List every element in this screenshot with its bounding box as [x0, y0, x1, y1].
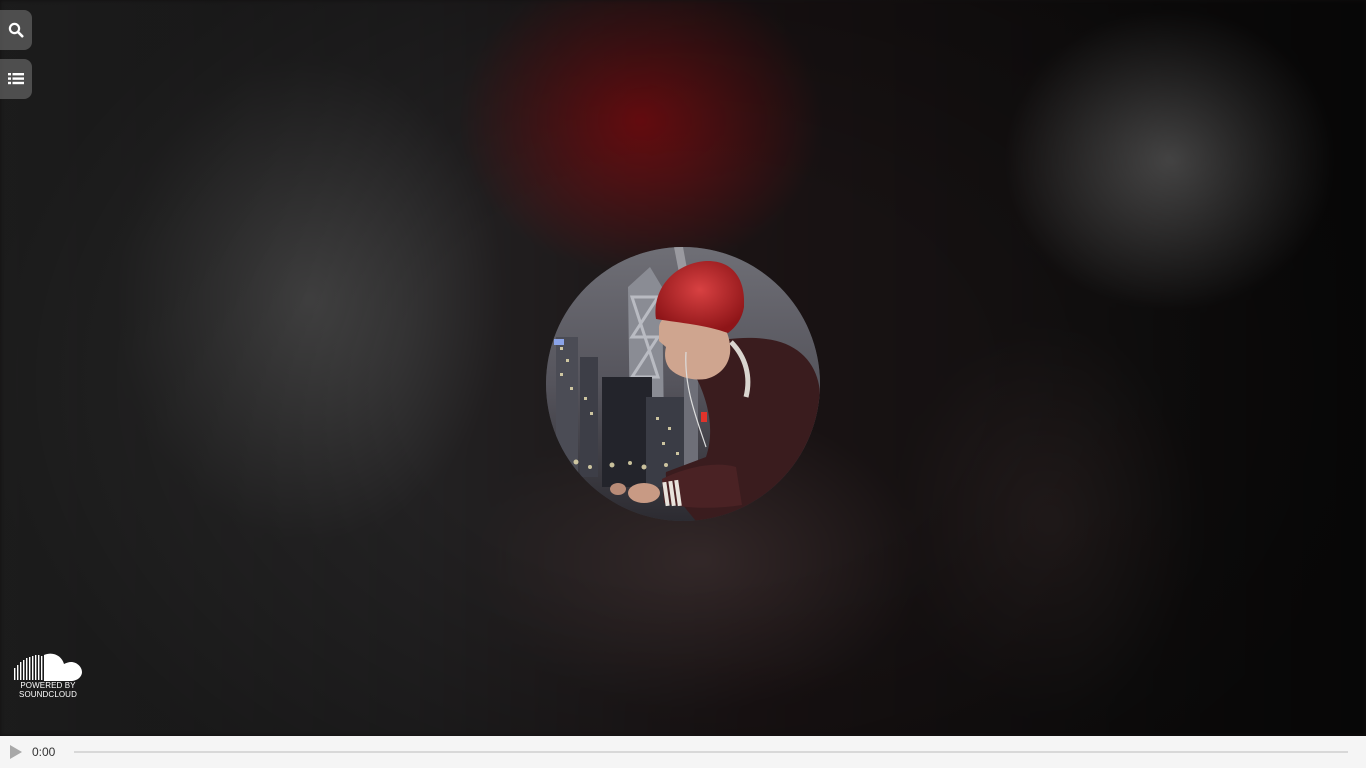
playlist-button[interactable] [0, 59, 32, 99]
search-icon [8, 22, 24, 38]
soundcloud-label: SOUNDCLOUD [19, 689, 77, 699]
player-bar: 0:00 [0, 736, 1366, 768]
play-icon [10, 745, 22, 759]
powered-by-soundcloud-logo[interactable]: POWERED BY SOUNDCLOUD [13, 652, 83, 700]
powered-by-soundcloud-text: POWERED BY SOUNDCLOUD [13, 681, 83, 699]
background-artwork: POWERED BY SOUNDCLOUD [0, 0, 1366, 736]
album-artwork [546, 247, 820, 521]
search-button[interactable] [0, 10, 32, 50]
progress-bar[interactable] [74, 751, 1348, 753]
list-icon [8, 73, 24, 85]
current-time: 0:00 [32, 745, 56, 759]
soundcloud-cloud-icon [14, 653, 82, 681]
play-button[interactable] [9, 744, 23, 760]
